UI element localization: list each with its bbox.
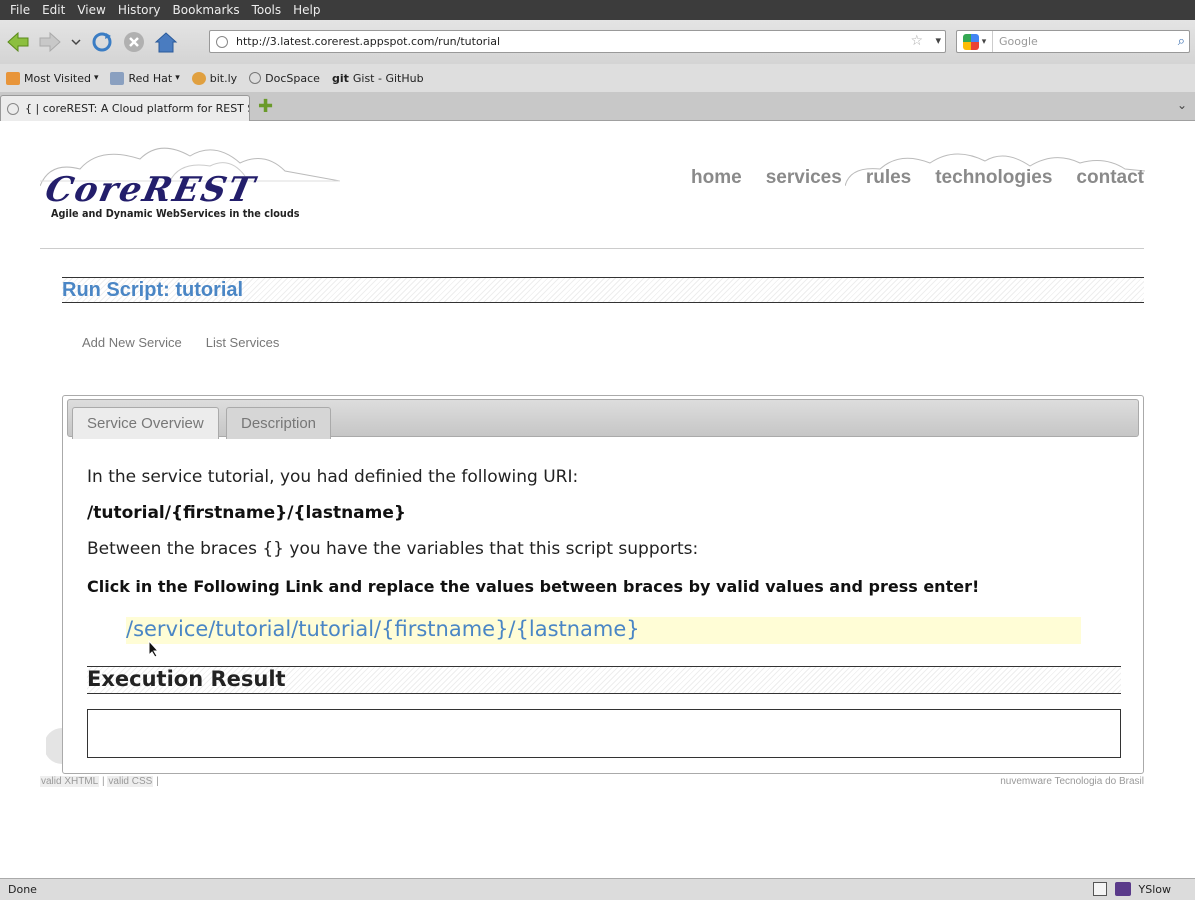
- list-all-tabs-chevron-icon[interactable]: ⌄: [1177, 98, 1187, 112]
- search-placeholder: Google: [999, 35, 1038, 48]
- intro-text: In the service tutorial, you had definie…: [87, 467, 579, 487]
- menu-edit[interactable]: Edit: [36, 3, 71, 17]
- new-tab-plus-icon[interactable]: ✚: [258, 98, 274, 116]
- page-viewport: CoreREST Agile and Dynamic WebServices i…: [0, 121, 1195, 878]
- chevron-down-icon: ▾: [93, 73, 99, 83]
- menu-file[interactable]: File: [4, 3, 36, 17]
- bookmark-red-hat[interactable]: Red Hat ▾: [110, 71, 180, 85]
- bookmark-label: DocSpace: [265, 71, 320, 85]
- mouse-cursor-icon: [148, 640, 160, 658]
- menu-view[interactable]: View: [71, 3, 111, 17]
- tab-favicon-icon: [7, 102, 19, 115]
- chevron-down-icon: ▾: [981, 36, 987, 47]
- bookmark-star-icon[interactable]: ☆: [910, 33, 923, 49]
- nav-services[interactable]: services: [766, 167, 842, 189]
- url-dropdown-icon[interactable]: ▾: [935, 34, 941, 47]
- yslow-label[interactable]: YSlow: [1139, 883, 1171, 896]
- bitly-icon: [191, 71, 206, 85]
- side-circle-decoration: [46, 728, 62, 764]
- yslow-icon[interactable]: [1114, 882, 1131, 896]
- nav-home[interactable]: home: [691, 167, 742, 189]
- page-info-icon[interactable]: [1092, 882, 1107, 896]
- execution-result-heading: Execution Result: [87, 667, 286, 691]
- bookmark-label: Gist - GitHub: [352, 71, 424, 85]
- uri-template: /tutorial/{firstname}/{lastname}: [87, 503, 406, 523]
- tab-service-overview[interactable]: Service Overview: [72, 407, 219, 439]
- footer-credit[interactable]: nuvemware Tecnologia do Brasil: [1000, 776, 1144, 787]
- tab-title: { | coreREST: A Cloud platform for REST …: [25, 102, 250, 115]
- footer-separator: |: [102, 776, 105, 787]
- bookmark-docspace[interactable]: DocSpace: [249, 72, 320, 85]
- tab-description[interactable]: Description: [226, 407, 332, 439]
- stop-button[interactable]: [120, 28, 148, 56]
- status-addons: YSlow: [1092, 882, 1171, 896]
- status-bar: Done YSlow: [0, 878, 1195, 900]
- service-link-box: /service/tutorial/tutorial/{firstname}/{…: [126, 617, 1081, 644]
- footer-separator: |: [156, 776, 159, 787]
- search-bar[interactable]: ▾ Google ⌕: [956, 30, 1190, 53]
- execution-result-output: [87, 709, 1121, 758]
- service-actions: Add New Service List Services: [82, 335, 279, 350]
- nav-technologies[interactable]: technologies: [935, 167, 1052, 189]
- menu-help[interactable]: Help: [287, 3, 326, 17]
- bookmark-gist-github[interactable]: git Gist - GitHub: [332, 72, 424, 85]
- home-button[interactable]: [152, 28, 180, 56]
- add-new-service-link[interactable]: Add New Service: [82, 335, 182, 350]
- menu-bar: File Edit View History Bookmarks Tools H…: [0, 0, 1195, 20]
- bookmark-label: Most Visited: [24, 71, 91, 85]
- reload-icon: [92, 32, 112, 52]
- home-icon: [154, 32, 178, 53]
- menu-bookmarks[interactable]: Bookmarks: [167, 3, 246, 17]
- nav-rules[interactable]: rules: [866, 167, 911, 189]
- reload-button[interactable]: [88, 28, 116, 56]
- google-icon: [962, 33, 979, 50]
- chevron-down-icon: ▾: [175, 73, 180, 83]
- tab-bar: { | coreREST: A Cloud platform for REST …: [0, 92, 1195, 121]
- page-title: Run Script: tutorial: [62, 279, 244, 301]
- folder-icon: [110, 71, 125, 85]
- corerest-logo[interactable]: CoreREST: [42, 170, 260, 210]
- valid-css-link[interactable]: valid CSS: [107, 776, 154, 787]
- site-tagline: Agile and Dynamic WebServices in the clo…: [51, 207, 300, 220]
- back-arrow-icon: [7, 31, 29, 53]
- globe-icon: [249, 72, 262, 84]
- instruction-text: Click in the Following Link and replace …: [87, 577, 980, 596]
- menu-tools[interactable]: Tools: [246, 3, 288, 17]
- forward-arrow-icon: [39, 31, 61, 53]
- search-engine-selector[interactable]: ▾: [957, 31, 993, 52]
- url-bar[interactable]: http://3.latest.corerest.appspot.com/run…: [209, 30, 946, 53]
- browser-tab-active[interactable]: { | coreREST: A Cloud platform for REST …: [0, 95, 250, 121]
- valid-xhtml-link[interactable]: valid XHTML: [40, 776, 100, 787]
- history-dropdown[interactable]: [68, 28, 84, 56]
- site-favicon-icon: [216, 35, 228, 48]
- back-button[interactable]: [4, 28, 32, 56]
- bookmark-bitly[interactable]: bit.ly: [191, 71, 238, 85]
- main-navigation: home services rules technologies contact: [691, 167, 1144, 189]
- panel-tab-strip: Service Overview Description: [67, 399, 1139, 439]
- forward-button[interactable]: [36, 28, 64, 56]
- bookmark-label: Red Hat: [128, 71, 173, 85]
- braces-explanation: Between the braces {} you have the varia…: [87, 539, 699, 559]
- service-link[interactable]: /service/tutorial/tutorial/{firstname}/{…: [126, 617, 640, 641]
- chevron-down-icon: [71, 39, 81, 46]
- url-text: http://3.latest.corerest.appspot.com/run…: [236, 35, 501, 48]
- script-panel: Service Overview Description In the serv…: [62, 395, 1144, 774]
- status-text: Done: [8, 883, 37, 896]
- header-divider: [40, 248, 1144, 249]
- git-icon: git: [331, 71, 349, 85]
- stop-icon: [124, 32, 144, 52]
- footer-validation-links: valid XHTML | valid CSS |: [40, 776, 159, 787]
- bookmark-most-visited[interactable]: Most Visited ▾: [6, 71, 99, 85]
- menu-history[interactable]: History: [112, 3, 167, 17]
- nav-contact[interactable]: contact: [1076, 167, 1144, 189]
- bookmark-label: bit.ly: [209, 71, 238, 85]
- navigation-toolbar: http://3.latest.corerest.appspot.com/run…: [0, 20, 1195, 64]
- search-icon[interactable]: ⌕: [1178, 34, 1185, 49]
- bookmarks-toolbar: Most Visited ▾ Red Hat ▾ bit.ly DocSpace…: [0, 64, 1195, 92]
- rss-icon: [6, 71, 20, 85]
- list-services-link[interactable]: List Services: [206, 335, 280, 350]
